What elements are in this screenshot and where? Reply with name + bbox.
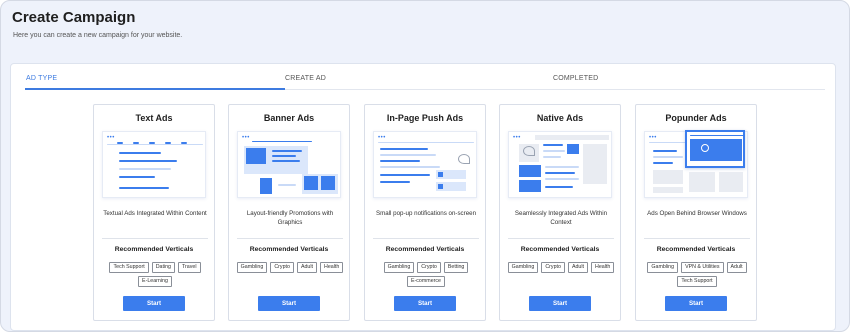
app-window: Create Campaign Here you can create a ne… <box>0 0 850 332</box>
vertical-tag: Tech Support <box>109 262 149 273</box>
window-dots-icon: ••• <box>107 135 115 141</box>
campaign-panel: AD TYPE CREATE AD COMPLETED Text Ads ••• <box>10 63 836 331</box>
page-subtitle: Here you can create a new campaign for y… <box>13 32 183 39</box>
vertical-tags: Tech Support Dating Travel E-Learning <box>98 262 212 287</box>
ad-type-card-text-ads[interactable]: Text Ads ••• Textual Ads Integrated With… <box>93 104 215 321</box>
card-title: Native Ads <box>536 113 584 123</box>
start-button[interactable]: Start <box>123 296 185 311</box>
card-description: Seamlessly Integrated Ads Within Context <box>514 210 608 226</box>
window-dots-icon: ••• <box>649 135 657 141</box>
cursor-click-icon <box>458 154 470 164</box>
vertical-tag: Adult <box>726 262 747 273</box>
vertical-tag: VPN & Utilities <box>681 262 724 273</box>
start-button[interactable]: Start <box>529 296 591 311</box>
recommended-verticals-label: Recommended Verticals <box>656 246 736 253</box>
stepper: AD TYPE CREATE AD COMPLETED <box>25 71 825 91</box>
window-dots-icon: ••• <box>242 135 250 141</box>
vertical-tag: Gambling <box>507 262 539 273</box>
card-title: Banner Ads <box>263 113 315 123</box>
target-icon <box>701 144 709 152</box>
native-ads-illustration: ••• <box>508 131 612 198</box>
ad-type-card-in-page-push-ads[interactable]: In-Page Push Ads ••• Small pop-up notifi… <box>364 104 486 321</box>
ad-type-card-popunder-ads[interactable]: Popunder Ads ••• Ads Open Behind Browser… <box>635 104 757 321</box>
vertical-tags: Gambling VPN & Utilities Adult Tech Supp… <box>640 262 754 287</box>
card-description: Textual Ads Integrated Within Content <box>103 210 207 217</box>
vertical-tag: Gambling <box>236 262 268 273</box>
push-ads-illustration: ••• <box>373 131 477 198</box>
vertical-tag: Betting <box>443 262 469 273</box>
vertical-tag: Travel <box>178 262 201 273</box>
vertical-tag: Health <box>591 262 615 273</box>
banner-ads-illustration: ••• <box>237 131 341 198</box>
cursor-click-icon <box>523 146 535 156</box>
page-title: Create Campaign <box>12 9 136 26</box>
vertical-tag: Dating <box>151 262 175 273</box>
vertical-tag: Crypto <box>417 262 441 273</box>
card-title: Text Ads <box>135 113 173 123</box>
stepper-progress <box>25 88 285 90</box>
vertical-tag: Health <box>320 262 344 273</box>
vertical-tag: Tech Support <box>677 276 717 287</box>
ad-type-card-banner-ads[interactable]: Banner Ads ••• Layout-friendly Promotion… <box>228 104 350 321</box>
recommended-verticals-label: Recommended Verticals <box>385 246 465 253</box>
card-title: Popunder Ads <box>665 113 727 123</box>
vertical-tag: Crypto <box>270 262 294 273</box>
card-description: Layout-friendly Promotions with Graphics <box>246 210 334 226</box>
step-completed[interactable]: COMPLETED <box>553 75 598 82</box>
start-button[interactable]: Start <box>258 296 320 311</box>
vertical-tags: Gambling Crypto Adult Health <box>233 262 347 273</box>
card-description: Small pop-up notifications on-screen <box>375 210 477 217</box>
vertical-tag: Gambling <box>647 262 679 273</box>
vertical-tags: Gambling Crypto Adult Health <box>504 262 618 273</box>
card-description: Ads Open Behind Browser Windows <box>647 210 747 217</box>
popunder-ads-illustration: ••• <box>644 130 748 198</box>
vertical-tag: E-commerce <box>406 276 446 287</box>
recommended-verticals-label: Recommended Verticals <box>114 246 194 253</box>
step-create-ad[interactable]: CREATE AD <box>285 75 326 82</box>
start-button[interactable]: Start <box>665 296 727 311</box>
window-dots-icon: ••• <box>513 135 521 141</box>
card-title: In-Page Push Ads <box>386 113 464 123</box>
popunder-window <box>685 130 745 168</box>
vertical-tag: Adult <box>567 262 589 273</box>
start-button[interactable]: Start <box>394 296 456 311</box>
ad-type-card-native-ads[interactable]: Native Ads ••• Seamlessly Integrated Ads… <box>499 104 621 321</box>
vertical-tags: Gambling Crypto Betting E-commerce <box>369 262 483 287</box>
recommended-verticals-label: Recommended Verticals <box>249 246 329 253</box>
vertical-tag: Adult <box>296 262 318 273</box>
recommended-verticals-label: Recommended Verticals <box>520 246 600 253</box>
step-ad-type[interactable]: AD TYPE <box>26 75 57 82</box>
text-ads-illustration: ••• <box>102 131 206 198</box>
vertical-tag: Gambling <box>383 262 415 273</box>
vertical-tag: Crypto <box>541 262 565 273</box>
vertical-tag: E-Learning <box>138 276 172 287</box>
window-dots-icon: ••• <box>378 135 386 141</box>
